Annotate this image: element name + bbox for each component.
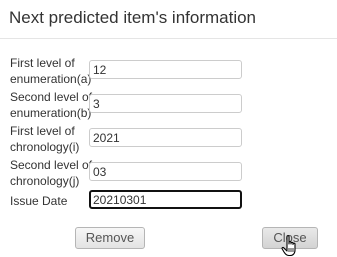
second-chronology-input[interactable]	[89, 162, 242, 181]
first-enumeration-label-line1: First level of	[10, 56, 75, 70]
second-enumeration-input[interactable]	[89, 94, 242, 113]
predicted-item-dialog: Next predicted item's information First …	[0, 0, 337, 257]
second-chronology-label-line2: chronology(j)	[10, 174, 80, 188]
first-chronology-label: First level of chronology(i)	[10, 123, 94, 155]
dialog-title: Next predicted item's information	[9, 8, 257, 27]
hand-pointer-icon	[281, 235, 296, 257]
second-enumeration-label: Second level of enumeration(b)	[10, 89, 94, 121]
dialog-header: Next predicted item's information	[0, 0, 337, 39]
first-chronology-input[interactable]	[89, 128, 242, 147]
first-enumeration-label-line2: enumeration(a)	[10, 72, 92, 86]
second-enumeration-label-line2: enumeration(b)	[10, 106, 92, 120]
first-chronology-label-line2: chronology(i)	[10, 140, 80, 154]
issue-date-label: Issue Date	[10, 193, 94, 209]
issue-date-label-text: Issue Date	[10, 194, 68, 208]
remove-button[interactable]: Remove	[75, 227, 145, 249]
second-chronology-label-line1: Second level of	[10, 158, 93, 172]
second-chronology-label: Second level of chronology(j)	[10, 157, 94, 189]
issue-date-input[interactable]	[89, 190, 242, 209]
first-enumeration-label: First level of enumeration(a)	[10, 55, 94, 87]
second-enumeration-label-line1: Second level of	[10, 90, 93, 104]
first-enumeration-input[interactable]	[89, 60, 242, 79]
first-chronology-label-line1: First level of	[10, 124, 75, 138]
